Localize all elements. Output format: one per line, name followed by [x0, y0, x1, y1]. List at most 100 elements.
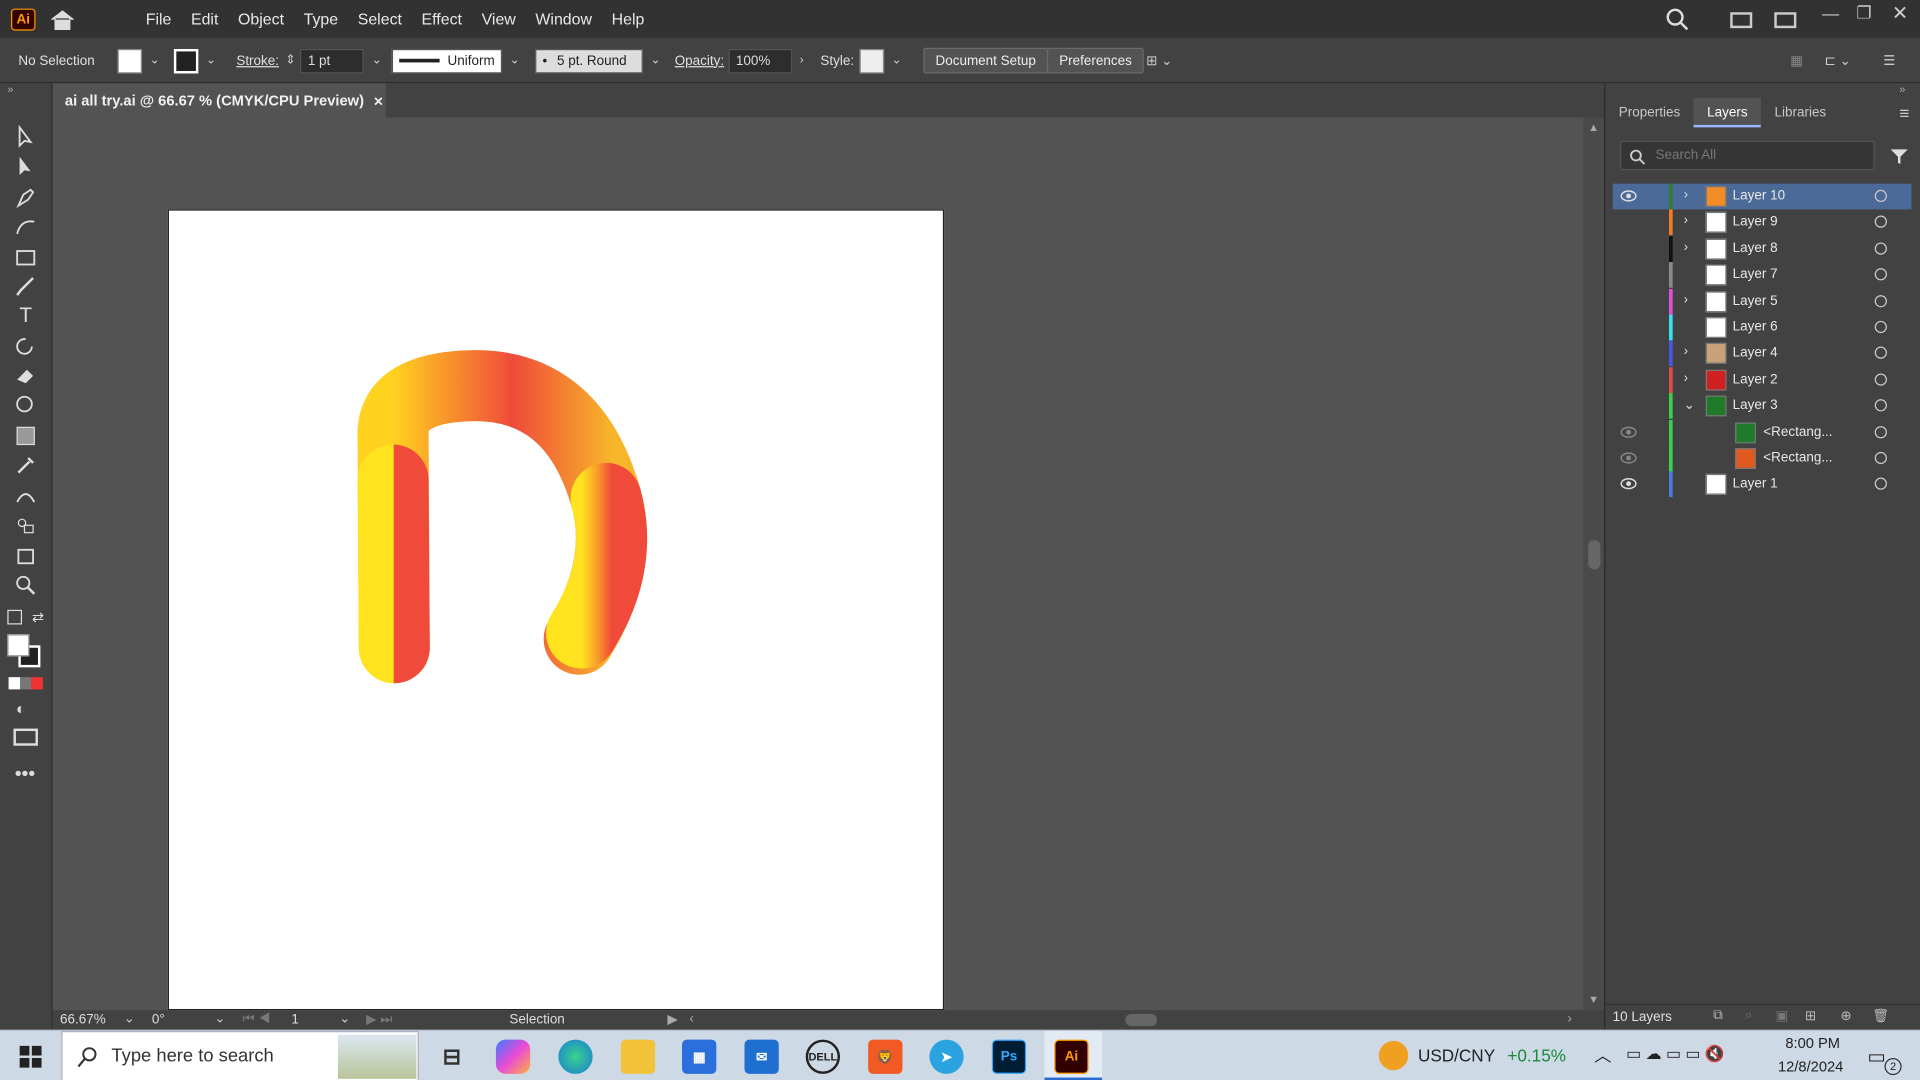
- tab-properties[interactable]: Properties: [1605, 98, 1693, 127]
- target-circle-icon[interactable]: [1874, 425, 1887, 438]
- first-artboard-icon[interactable]: ⏮ ◀: [242, 1011, 270, 1027]
- store-icon[interactable]: ▦: [682, 1039, 717, 1074]
- scroll-up-icon[interactable]: ▲: [1588, 121, 1599, 133]
- chevron-down-icon[interactable]: ⌄: [339, 1010, 350, 1026]
- layer-row[interactable]: › Layer 5: [1613, 288, 1912, 315]
- photoshop-icon[interactable]: Ps: [991, 1039, 1027, 1074]
- expand-panel-icon[interactable]: »: [1899, 83, 1905, 95]
- layer-name[interactable]: Layer 10: [1733, 189, 1785, 204]
- layer-row[interactable]: ⌄ Layer 3: [1613, 393, 1912, 420]
- export-icon[interactable]: ⧉: [1713, 1008, 1723, 1024]
- clock-date[interactable]: 12/8/2024: [1778, 1058, 1843, 1075]
- expand-chevron-icon[interactable]: ›: [1684, 345, 1688, 360]
- layer-row[interactable]: Layer 6: [1613, 314, 1912, 341]
- chevron-down-icon[interactable]: ⌄: [650, 54, 660, 67]
- target-circle-icon[interactable]: [1874, 320, 1887, 334]
- stroke-label[interactable]: Stroke:: [236, 48, 279, 74]
- swap-colors-icon[interactable]: ⇄: [32, 609, 44, 626]
- tab-layers[interactable]: Layers: [1693, 97, 1762, 128]
- gradient-arch-artwork[interactable]: [169, 211, 945, 1011]
- edge-icon[interactable]: [558, 1039, 593, 1074]
- target-circle-icon[interactable]: [1874, 189, 1887, 203]
- layers-search[interactable]: Search All: [1620, 140, 1875, 171]
- chevron-down-icon[interactable]: ⌄: [509, 54, 519, 67]
- menu-effect[interactable]: Effect: [412, 10, 472, 28]
- document-setup-button[interactable]: Document Setup: [923, 47, 1049, 74]
- paintbrush-tool-icon[interactable]: [12, 274, 39, 298]
- chevron-down-icon[interactable]: ⌄: [124, 1010, 135, 1026]
- layer-name[interactable]: <Rectang...: [1763, 451, 1832, 466]
- clipping-mask-icon[interactable]: ▣: [1776, 1008, 1789, 1024]
- document-tab[interactable]: ai all try.ai @ 66.67 % (CMYK/CPU Previe…: [52, 83, 386, 118]
- chevron-down-icon[interactable]: ⌄: [372, 54, 382, 67]
- minimize-icon[interactable]: —: [1822, 4, 1839, 24]
- layer-name[interactable]: <Rectang...: [1763, 424, 1832, 439]
- telegram-icon[interactable]: ➤: [929, 1039, 964, 1074]
- layer-name[interactable]: Layer 1: [1733, 477, 1778, 492]
- visibility-eye-icon[interactable]: [1620, 424, 1637, 439]
- layer-name[interactable]: Layer 9: [1733, 215, 1778, 230]
- visibility-eye-icon[interactable]: [1620, 477, 1637, 492]
- taskbar-search[interactable]: Type here to search: [61, 1031, 419, 1080]
- visibility-eye-icon[interactable]: [1620, 241, 1637, 256]
- target-circle-icon[interactable]: [1874, 294, 1887, 307]
- file-explorer-icon[interactable]: [620, 1039, 656, 1074]
- chevron-down-icon[interactable]: ⌄: [206, 54, 216, 67]
- brave-icon[interactable]: 🦁: [868, 1039, 903, 1074]
- layer-name[interactable]: Layer 3: [1733, 398, 1778, 413]
- menu-view[interactable]: View: [472, 10, 526, 28]
- transform-icon[interactable]: ▦: [1790, 48, 1803, 74]
- expand-chevron-icon[interactable]: ⌄: [1684, 397, 1695, 413]
- artboard-tool-icon[interactable]: [12, 544, 39, 568]
- panel-menu-icon[interactable]: ☰: [1883, 48, 1895, 74]
- copilot-icon[interactable]: [495, 1039, 531, 1074]
- new-layer-icon[interactable]: ⊕: [1840, 1008, 1851, 1024]
- dell-icon[interactable]: DELL: [805, 1039, 841, 1074]
- draw-mode-icon[interactable]: ◐: [16, 699, 26, 717]
- clock-time[interactable]: 8:00 PM: [1785, 1035, 1840, 1052]
- rotate-tool-icon[interactable]: [12, 334, 39, 358]
- pen-tool-icon[interactable]: [12, 185, 39, 209]
- visibility-eye-icon[interactable]: [1620, 346, 1637, 361]
- target-circle-icon[interactable]: [1874, 215, 1887, 229]
- graphic-style-swatch[interactable]: [859, 48, 885, 73]
- hscroll-thumb[interactable]: [1125, 1013, 1158, 1027]
- collapse-icon[interactable]: »: [7, 83, 13, 95]
- variable-width-profile[interactable]: Uniform: [391, 48, 503, 73]
- canvas[interactable]: [52, 117, 1584, 1011]
- layer-row[interactable]: › Layer 10: [1612, 183, 1912, 210]
- layer-row[interactable]: Layer 1: [1613, 471, 1912, 498]
- layer-row[interactable]: › Layer 2: [1613, 367, 1912, 393]
- visibility-eye-icon[interactable]: [1620, 320, 1637, 335]
- restore-icon[interactable]: ❐: [1856, 2, 1871, 23]
- tab-libraries[interactable]: Libraries: [1761, 98, 1840, 127]
- visibility-eye-icon[interactable]: [1620, 398, 1637, 413]
- expand-chevron-icon[interactable]: ›: [1684, 187, 1688, 202]
- target-circle-icon[interactable]: [1874, 373, 1887, 386]
- fill-color-icon[interactable]: [7, 634, 30, 657]
- workspace-icon[interactable]: [1730, 12, 1753, 29]
- close-tab-icon[interactable]: ×: [374, 91, 383, 109]
- type-tool-icon[interactable]: T: [12, 304, 39, 328]
- blend-tool-icon[interactable]: [12, 484, 39, 508]
- target-circle-icon[interactable]: [1874, 268, 1887, 281]
- menu-edit[interactable]: Edit: [181, 10, 228, 28]
- panel-menu-icon[interactable]: ≡: [1899, 103, 1909, 123]
- scroll-left-icon[interactable]: ‹: [689, 1011, 693, 1026]
- layer-name[interactable]: Layer 8: [1733, 241, 1778, 256]
- menu-file[interactable]: File: [136, 10, 181, 28]
- target-circle-icon[interactable]: [1874, 399, 1887, 412]
- visibility-eye-icon[interactable]: [1620, 293, 1637, 308]
- menu-type[interactable]: Type: [294, 10, 348, 28]
- currency-widget-icon[interactable]: [1378, 1040, 1409, 1071]
- next-artboard-icon[interactable]: ▶ ⏭: [366, 1011, 392, 1028]
- layer-row[interactable]: Layer 7: [1613, 262, 1912, 288]
- chevron-down-icon[interactable]: ⌄: [891, 54, 901, 67]
- stroke-weight-field[interactable]: 1 pt: [300, 48, 365, 73]
- fill-swatch[interactable]: [117, 48, 143, 73]
- screen-mode-icon[interactable]: [13, 728, 38, 746]
- chevron-right-icon[interactable]: ›: [800, 54, 804, 67]
- show-hidden-icons-icon[interactable]: ︿: [1594, 1043, 1611, 1067]
- default-colors-icon[interactable]: [7, 609, 23, 625]
- task-view-icon[interactable]: ⊟: [435, 1040, 469, 1074]
